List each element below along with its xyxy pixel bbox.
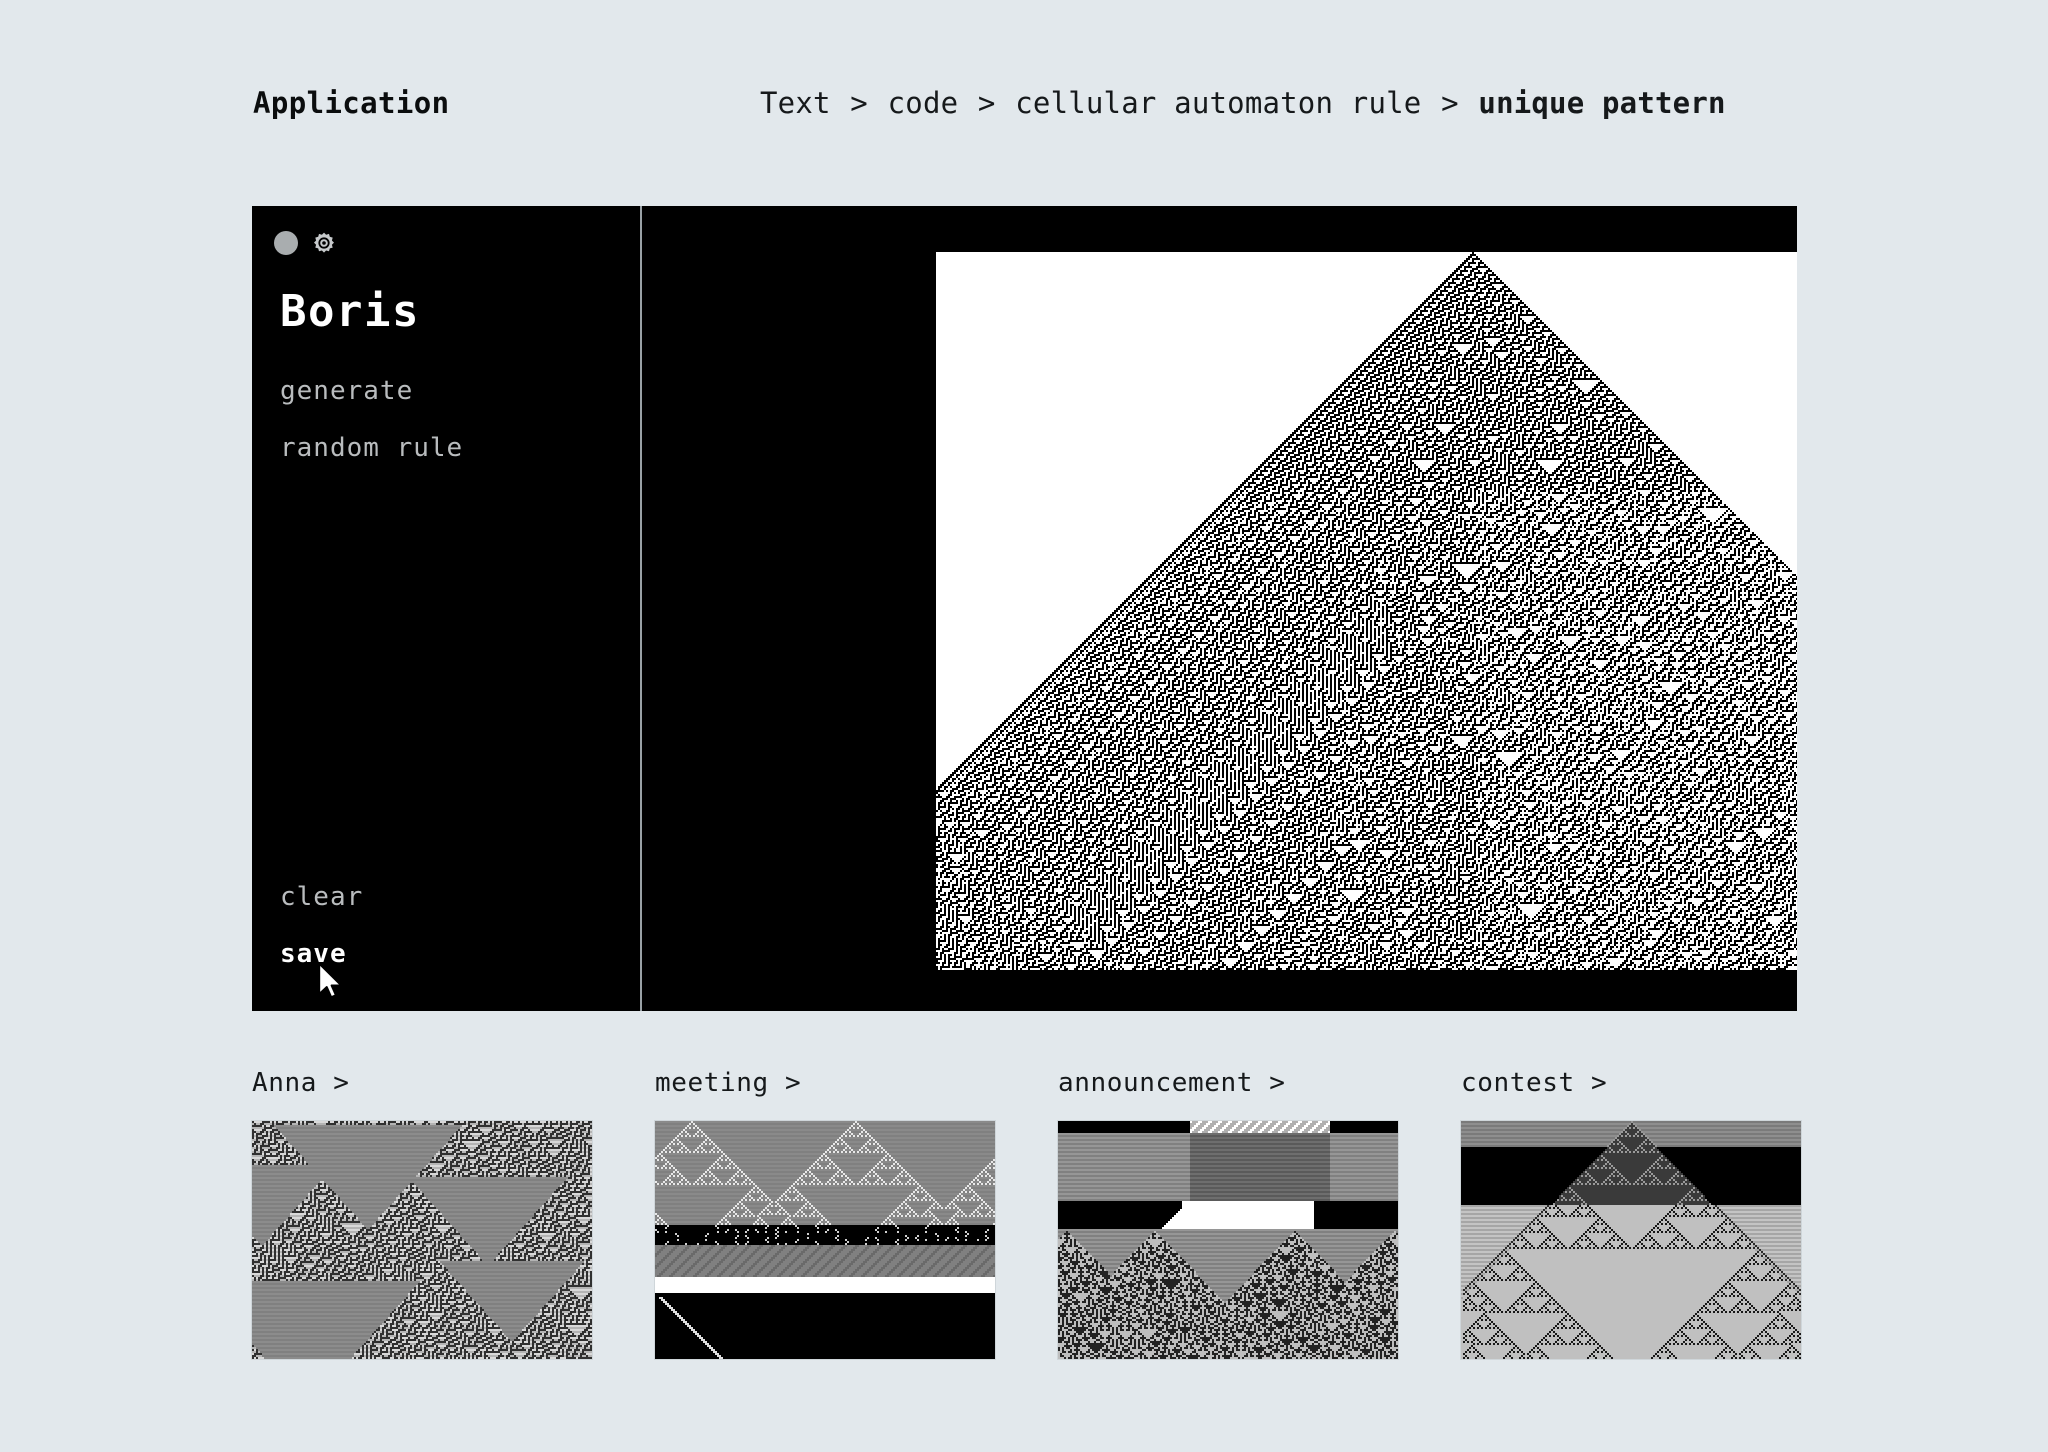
sidebar: Boris generate random rule clear save <box>252 206 640 1011</box>
sidebar-item-clear[interactable]: clear <box>280 882 363 912</box>
gear-icon[interactable] <box>312 231 336 255</box>
thumbnail-card-3[interactable]: contest > <box>1460 1068 1802 1360</box>
thumbnail-label-0[interactable]: Anna > <box>252 1068 592 1098</box>
thumbnail-label-3[interactable]: contest > <box>1461 1068 1801 1098</box>
thumbnail-gallery: Anna > meeting > announcement > contest … <box>251 1068 1802 1378</box>
thumbnail-card-1[interactable]: meeting > <box>654 1068 996 1360</box>
page-title: Application <box>253 86 450 120</box>
breadcrumb-separator: > <box>1423 86 1477 120</box>
thumbnail-card-0[interactable]: Anna > <box>251 1068 593 1360</box>
breadcrumb-item-0[interactable]: Text <box>760 86 831 120</box>
thumbnail-preview-2[interactable] <box>1057 1120 1399 1360</box>
sidebar-item-save[interactable]: save <box>280 939 363 969</box>
cellular-automaton-canvas[interactable] <box>936 252 1797 970</box>
canvas-area <box>642 206 1797 1011</box>
thumbnail-preview-0[interactable] <box>251 1120 593 1360</box>
thumbnail-preview-3[interactable] <box>1460 1120 1802 1360</box>
breadcrumb-item-1[interactable]: code <box>888 86 959 120</box>
thumbnail-card-2[interactable]: announcement > <box>1057 1068 1399 1360</box>
thumbnail-label-1[interactable]: meeting > <box>655 1068 995 1098</box>
breadcrumb-separator: > <box>960 86 1014 120</box>
breadcrumb: Text > code > cellular automaton rule > … <box>760 86 1726 120</box>
app-root: Application Text > code > cellular autom… <box>0 0 2048 1452</box>
circle-icon[interactable] <box>274 231 298 255</box>
window-chrome <box>274 231 336 255</box>
sidebar-item-random-rule[interactable]: random rule <box>280 433 463 463</box>
application-window: Boris generate random rule clear save <box>252 206 1797 1011</box>
sidebar-menu-top: generate random rule <box>280 376 463 463</box>
sidebar-menu-bottom: clear save <box>280 882 363 969</box>
sidebar-item-generate[interactable]: generate <box>280 376 463 406</box>
page-header: Application Text > code > cellular autom… <box>0 86 2048 132</box>
panel-title: Boris <box>280 286 420 337</box>
breadcrumb-item-3: unique pattern <box>1478 86 1726 120</box>
breadcrumb-separator: > <box>832 86 886 120</box>
thumbnail-label-2[interactable]: announcement > <box>1058 1068 1398 1098</box>
breadcrumb-item-2[interactable]: cellular automaton rule <box>1015 86 1421 120</box>
thumbnail-preview-1[interactable] <box>654 1120 996 1360</box>
